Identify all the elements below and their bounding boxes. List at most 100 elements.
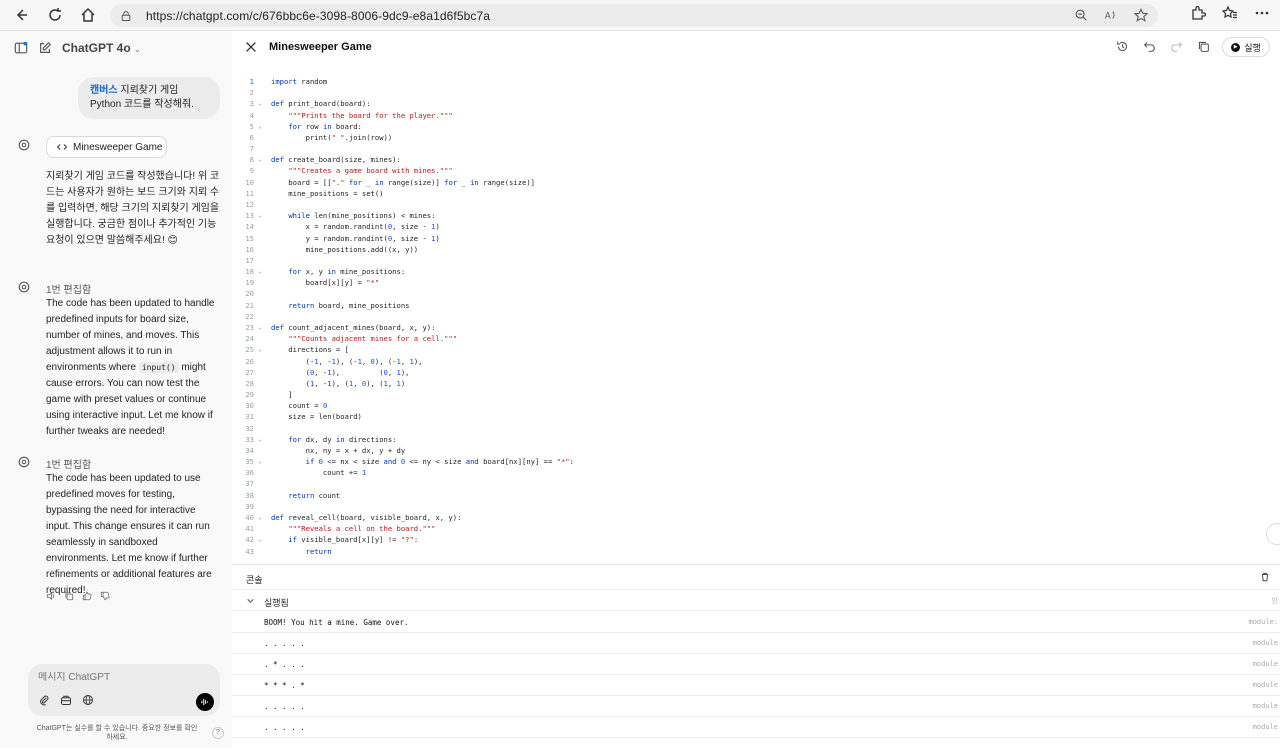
svg-text:A: A: [1105, 11, 1111, 21]
line-number: 32: [245, 423, 254, 433]
copy-icon[interactable]: [64, 591, 74, 601]
canvas-chip-button[interactable]: Minesweeper Game: [46, 136, 167, 158]
code-editor[interactable]: 1 import random 2 3 ⌄ def print_board(board):…: [232, 76, 1280, 563]
line-number: 7: [249, 144, 254, 154]
code-text: def print_board(board):: [271, 99, 371, 109]
thumbs-down-icon[interactable]: [100, 591, 110, 601]
line-number: 15: [245, 233, 254, 243]
console-output-row: . . . . . module: [232, 696, 1280, 717]
line-number: 38: [245, 490, 254, 500]
code-text: for row in board:: [288, 121, 362, 131]
run-status-row[interactable]: 실행됨 방: [232, 589, 1280, 611]
line-number: 19: [245, 278, 254, 288]
line-number: 26: [245, 356, 254, 366]
history-icon[interactable]: [1116, 40, 1129, 53]
chevron-down-icon[interactable]: [246, 596, 255, 605]
fold-chevron-icon[interactable]: ⌄: [258, 534, 262, 545]
read-aloud-icon[interactable]: A: [1104, 8, 1118, 22]
code-text: return board, mine_positions: [288, 300, 410, 310]
favorite-star-icon[interactable]: [1134, 8, 1148, 22]
copy-icon[interactable]: [1197, 40, 1210, 53]
voice-mode-button[interactable]: [196, 693, 214, 711]
code-text: for x, y in mine_positions:: [288, 267, 406, 277]
fold-chevron-icon[interactable]: ⌄: [258, 456, 262, 467]
reload-icon[interactable]: [44, 4, 66, 26]
read-aloud-icon[interactable]: [46, 591, 56, 601]
code-text: nx, ny = x + dx, y + dy: [271, 445, 406, 455]
canvas-title: Minesweeper Game: [269, 41, 372, 53]
globe-icon[interactable]: [82, 694, 94, 706]
address-bar[interactable]: https://chatgpt.com/c/676bbc6e-3098-8006…: [110, 4, 1158, 27]
code-text: """Counts adjacent mines for a cell.""": [288, 334, 458, 344]
code-text: mine_positions.add((x, y)): [271, 244, 419, 254]
canvas-panel: Minesweeper Game ▶ 실행 1 import random 2 3 ⌄ d…: [232, 31, 1280, 748]
undo-icon[interactable]: [1143, 40, 1156, 53]
assistant-reply-3: The code has been updated to use predefi…: [46, 473, 212, 596]
console-output-module: module: [1252, 660, 1278, 668]
back-icon[interactable]: [10, 4, 32, 26]
message-input[interactable]: [38, 672, 208, 683]
console-output-text: * * * . *: [264, 681, 305, 690]
trash-icon[interactable]: [1260, 572, 1270, 582]
tools-icon[interactable]: [60, 694, 72, 706]
line-number: 42: [245, 535, 254, 545]
url-text: https://chatgpt.com/c/676bbc6e-3098-8006…: [146, 8, 491, 23]
model-selector[interactable]: ChatGPT 4o ⌄: [62, 41, 141, 55]
console-output-row: . . . . . module: [232, 633, 1280, 654]
console-panel: 콘솔 실행됨 방 BOOM! You hit a mine. Game over…: [232, 564, 1280, 748]
console-output-module: module: [1252, 639, 1278, 647]
fold-chevron-icon[interactable]: ⌄: [258, 98, 262, 109]
code-text: while len(mine_positions) < mines:: [288, 211, 436, 221]
fold-chevron-icon[interactable]: ⌄: [258, 434, 262, 445]
line-number: 39: [245, 501, 254, 511]
console-output-text: . . . . .: [264, 702, 305, 711]
favorites-icon[interactable]: [1222, 5, 1238, 21]
code-text: y = random.randint(0, size - 1): [271, 233, 440, 243]
close-icon[interactable]: [244, 40, 258, 54]
code-text: import random: [271, 77, 328, 86]
new-chat-icon[interactable]: [38, 41, 52, 55]
site-info-icon[interactable]: [120, 10, 132, 22]
fold-chevron-icon[interactable]: ⌄: [258, 121, 262, 132]
line-number: 23: [245, 322, 254, 332]
thumbs-up-icon[interactable]: [82, 591, 92, 601]
code-text: mine_positions = set(): [271, 188, 384, 198]
line-number: 41: [245, 524, 254, 534]
run-button-label: 실행: [1244, 42, 1261, 53]
fold-chevron-icon[interactable]: ⌄: [258, 210, 262, 221]
code-text: def count_adjacent_mines(board, x, y):: [271, 322, 436, 332]
chatgpt-logo-icon: [18, 456, 30, 468]
code-text: count += 1: [271, 468, 367, 478]
code-text: directions = [: [271, 345, 349, 355]
console-title: 콘솔: [246, 575, 263, 585]
line-number: 18: [245, 267, 254, 277]
edit-label: 1번 편집함: [46, 285, 92, 296]
run-button[interactable]: ▶ 실행: [1222, 37, 1270, 57]
fold-chevron-icon[interactable]: ⌄: [258, 154, 262, 165]
extensions-icon[interactable]: [1190, 5, 1206, 21]
console-output-module: module: [1252, 723, 1278, 731]
redo-icon[interactable]: [1170, 40, 1183, 53]
code-text: x = random.randint(0, size - 1): [271, 222, 440, 232]
line-number: 28: [245, 378, 254, 388]
code-text: def reveal_cell(board, visible_board, x,…: [271, 513, 462, 523]
canvas-chip-label: Minesweeper Game: [73, 141, 163, 153]
console-output-row: . * . . . module: [232, 654, 1280, 675]
help-button[interactable]: ?: [212, 727, 224, 739]
sidebar-toggle-icon[interactable]: [14, 41, 28, 55]
line-number: 12: [245, 199, 254, 209]
fold-chevron-icon[interactable]: ⌄: [258, 344, 262, 355]
zoom-icon[interactable]: [1074, 8, 1088, 22]
inline-code: input(): [138, 362, 179, 373]
line-number: 29: [245, 390, 254, 400]
waveform-icon: [201, 698, 208, 706]
fold-chevron-icon[interactable]: ⌄: [258, 322, 262, 333]
canvas-keyword: 캔버스: [90, 85, 118, 96]
attach-icon[interactable]: [38, 694, 50, 706]
line-number: 4: [249, 110, 254, 120]
home-icon[interactable]: [77, 4, 99, 26]
fold-chevron-icon[interactable]: ⌄: [258, 266, 262, 277]
fold-chevron-icon[interactable]: ⌄: [258, 512, 262, 523]
more-menu-icon[interactable]: [1254, 5, 1270, 21]
line-number: 37: [245, 479, 254, 489]
